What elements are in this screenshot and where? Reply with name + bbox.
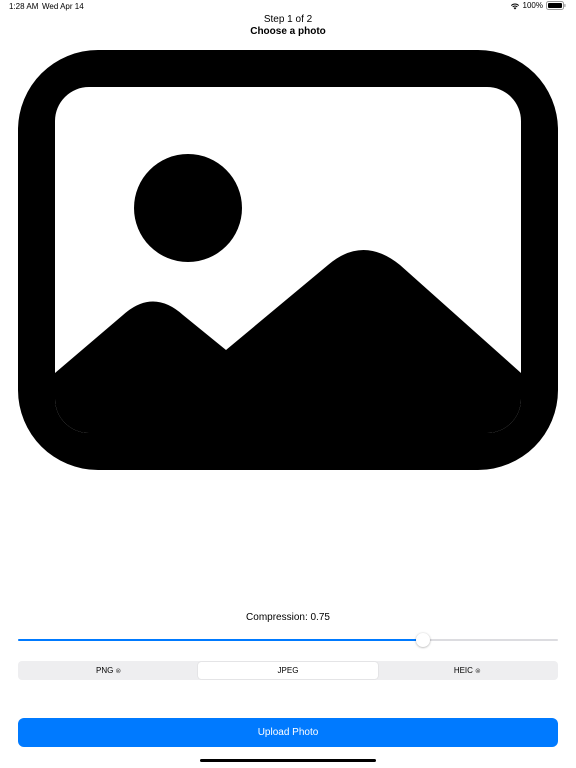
status-bar: 1:28 AM Wed Apr 14 100%: [0, 0, 576, 14]
upload-photo-button[interactable]: Upload Photo: [18, 718, 558, 747]
page-title: Choose a photo: [250, 26, 326, 37]
compression-label: Compression: 0.75: [246, 612, 330, 623]
segment-png[interactable]: PNG ⊗: [19, 662, 198, 679]
segment-label: PNG: [96, 666, 114, 675]
compression-slider[interactable]: [18, 632, 558, 648]
segment-heic[interactable]: HEIC ⊗: [378, 662, 557, 679]
status-date: Wed Apr 14: [42, 2, 84, 11]
photo-icon[interactable]: [18, 50, 558, 470]
unavailable-icon: ⊗: [115, 667, 122, 675]
wifi-icon: [510, 2, 520, 10]
home-indicator: [200, 759, 376, 762]
status-indicators: 100%: [510, 1, 566, 10]
format-segmented-control[interactable]: PNG ⊗ JPEG HEIC ⊗: [18, 661, 558, 680]
segment-label: HEIC: [453, 666, 473, 675]
step-label: Step 1 of 2: [263, 14, 313, 25]
segment-jpeg[interactable]: JPEG: [198, 662, 378, 679]
battery-icon: [546, 1, 566, 10]
battery-percent: 100%: [522, 1, 543, 10]
unavailable-icon: ⊗: [474, 667, 481, 675]
slider-thumb[interactable]: [416, 633, 430, 647]
segment-label: JPEG: [277, 666, 299, 675]
slider-fill: [18, 639, 423, 641]
navigation-title: Step 1 of 2 Choose a photo: [0, 14, 576, 38]
status-time: 1:28 AM: [9, 2, 39, 11]
